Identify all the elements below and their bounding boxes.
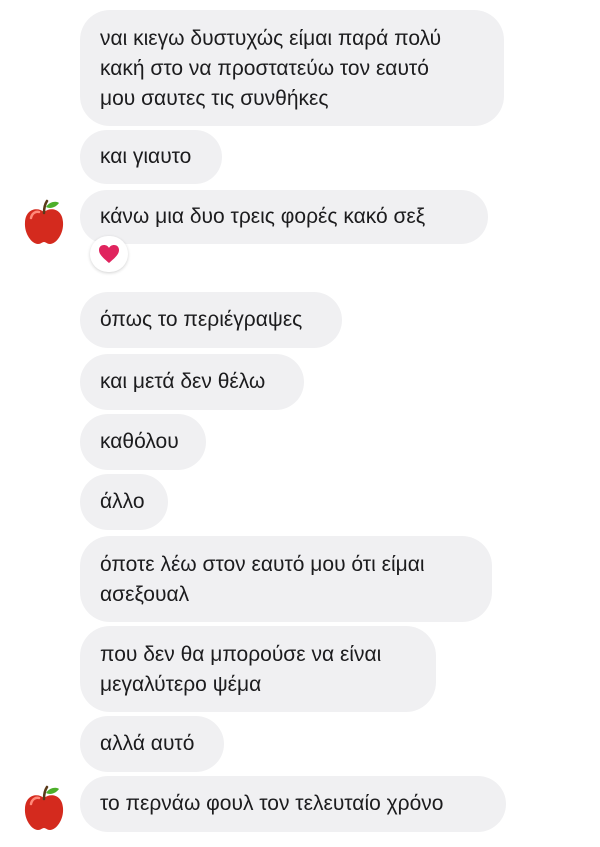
apple-icon (24, 199, 64, 244)
message-bubble[interactable]: το περνάω φουλ τον τελευταίο χρόνο (80, 776, 506, 832)
message-bubble[interactable]: αλλά αυτό (80, 716, 224, 772)
message-text-line: το περνάω φουλ τον τελευταίο χρόνο (100, 792, 444, 815)
message-text-line: άλλο (100, 490, 145, 513)
message-text-line: μεγαλύτερο ψέμα (100, 673, 262, 696)
message-bubble[interactable]: όποτε λέω στον εαυτό μου ότι είμαι ασεξο… (80, 536, 492, 622)
apple-icon (24, 785, 64, 830)
message-bubble[interactable]: άλλο (80, 474, 168, 530)
message-text-line: ναι κιεγω δυστυχώς είμαι παρά πολύ (100, 27, 442, 50)
message-bubble[interactable]: και μετά δεν θέλω (80, 354, 304, 410)
message-text-line: κακή στο να προστατεύω τον εαυτό (100, 57, 429, 80)
message-bubble[interactable]: όπως το περιέγραψες (80, 292, 342, 348)
message-text-line: μου σαυτες τις συνθήκες (100, 87, 329, 110)
message-text-line: κάνω μια δυο τρεις φορές κακό σεξ (100, 205, 426, 228)
message-text-line: και μετά δεν θέλω (100, 370, 266, 393)
message-text-line: όποτε λέω στον εαυτό μου ότι είμαι (100, 553, 425, 576)
message-bubble[interactable]: κάνω μια δυο τρεις φορές κακό σεξ (80, 190, 488, 244)
message-text-line: αλλά αυτό (100, 732, 195, 755)
message-text-line: καθόλου (100, 430, 179, 453)
avatar-apple-icon[interactable] (20, 198, 68, 246)
message-bubble[interactable]: ναι κιεγω δυστυχώς είμαι παρά πολύ κακή … (80, 10, 504, 126)
reaction-badge[interactable] (90, 236, 128, 272)
message-bubble[interactable]: καθόλου (80, 414, 206, 470)
message-text-line: ασεξουαλ (100, 583, 190, 606)
heart-icon (99, 245, 119, 263)
message-bubble[interactable]: και γιαυτο (80, 130, 222, 184)
message-text-line: που δεν θα μπορούσε να είναι (100, 643, 382, 666)
message-bubble[interactable]: που δεν θα μπορούσε να είναι μεγαλύτερο … (80, 626, 436, 712)
message-text-line: και γιαυτο (100, 145, 192, 168)
message-text-line: όπως το περιέγραψες (100, 308, 303, 331)
avatar-apple-icon[interactable] (20, 784, 68, 832)
